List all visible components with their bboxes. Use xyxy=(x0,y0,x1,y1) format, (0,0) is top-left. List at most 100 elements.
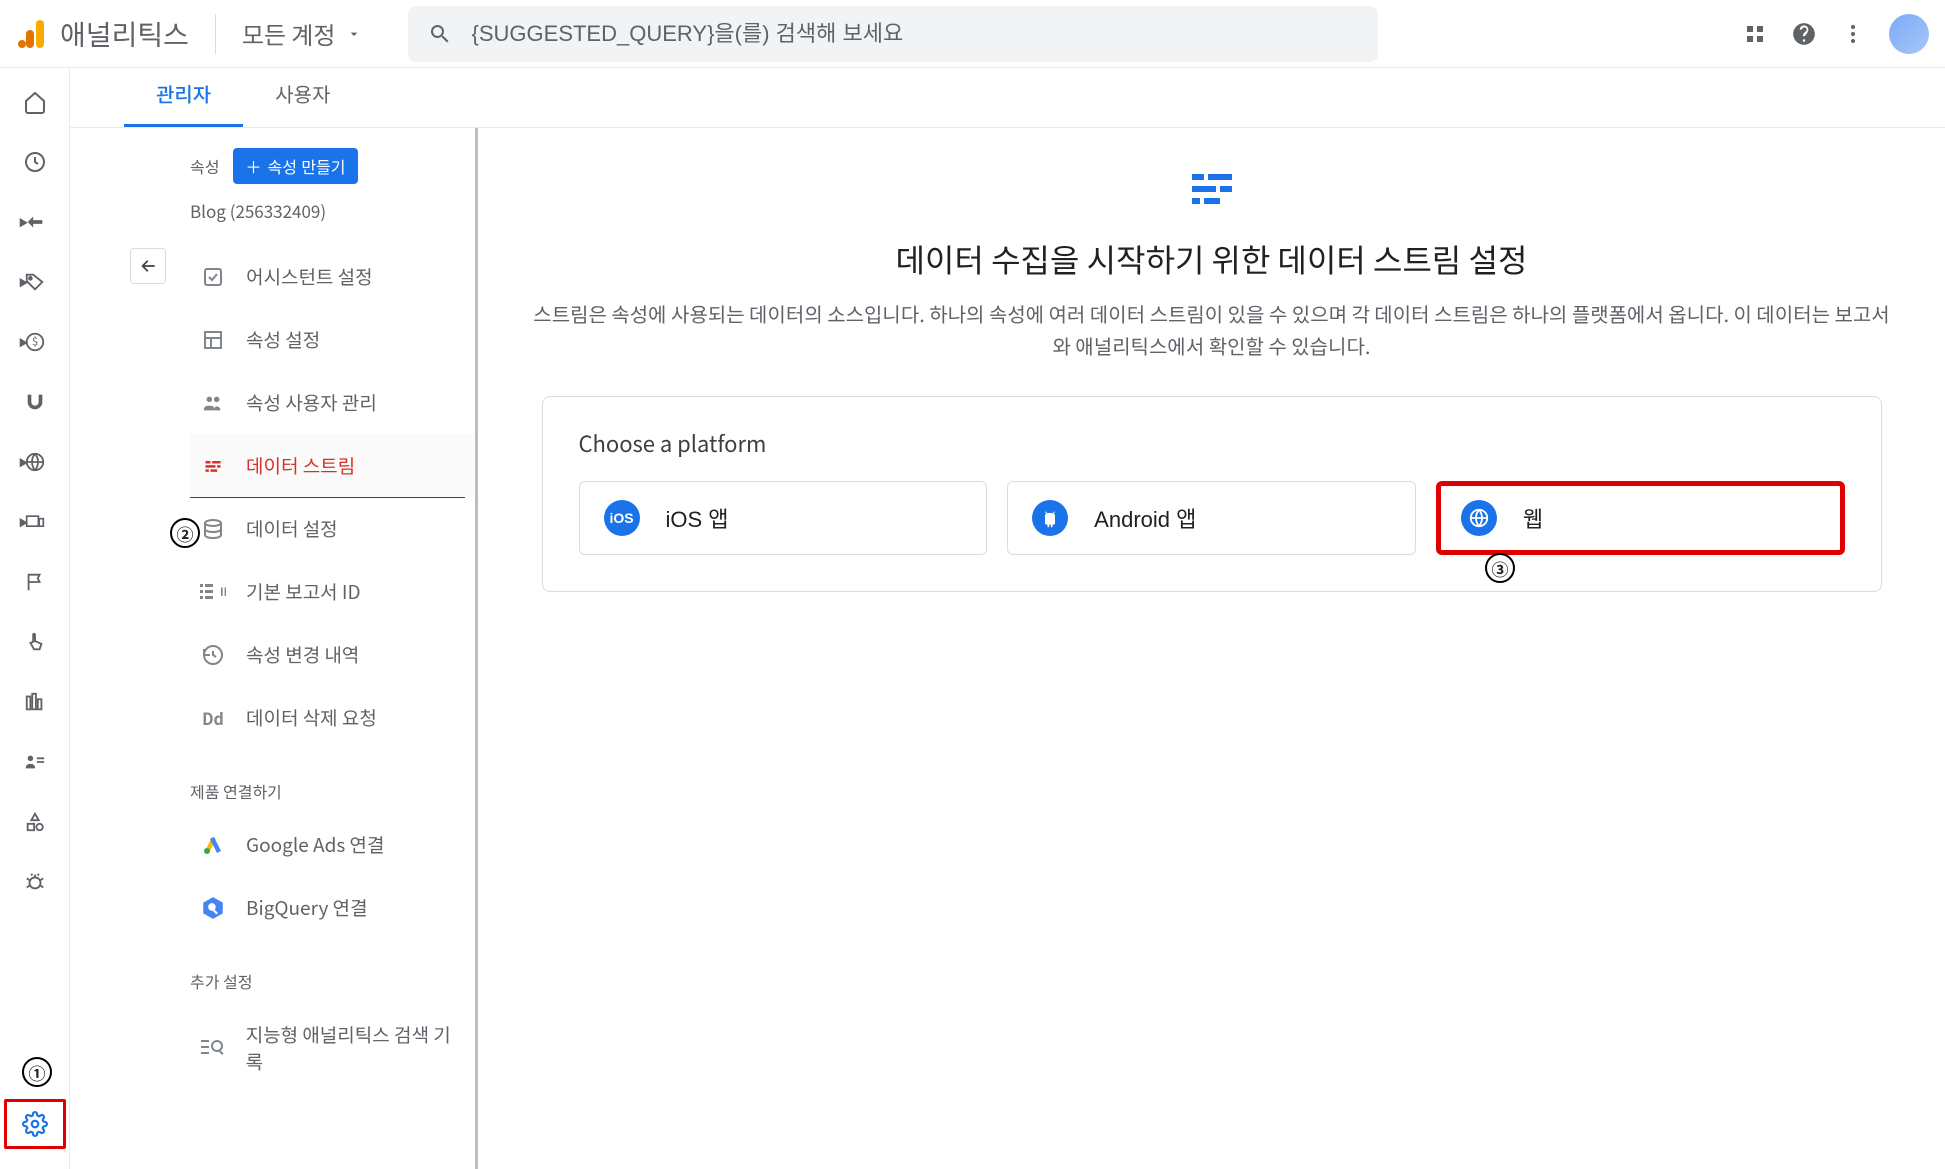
devices-icon[interactable]: ▶ xyxy=(21,508,49,536)
tab-admin[interactable]: 관리자 xyxy=(124,63,243,127)
layout-icon xyxy=(200,328,226,352)
chevron-down-icon xyxy=(346,26,362,42)
svg-text:ID: ID xyxy=(220,584,226,600)
platform-ios[interactable]: iOS iOS 앱 xyxy=(579,481,988,555)
apps-icon[interactable] xyxy=(1743,22,1767,46)
content-area: 관리자 사용자 ② ③ 속성 ＋ 속성 만들기 Blog (256332409) xyxy=(70,68,1945,1169)
library-icon[interactable] xyxy=(21,688,49,716)
menu-label: 속성 사용자 관리 xyxy=(246,389,377,416)
home-icon[interactable] xyxy=(21,88,49,116)
magnet-icon[interactable] xyxy=(21,388,49,416)
bug-icon[interactable] xyxy=(21,868,49,896)
extra-search-history[interactable]: 지능형 애널리틱스 검색 기록 xyxy=(190,1003,475,1093)
platform-android[interactable]: Android 앱 xyxy=(1007,481,1416,555)
tag-icon[interactable]: ▶ xyxy=(21,268,49,296)
header-divider xyxy=(215,14,216,54)
settings-gear-highlight xyxy=(4,1099,66,1149)
stream-hero-icon xyxy=(528,168,1895,208)
ios-icon: iOS xyxy=(604,500,640,536)
plus-icon: ＋ xyxy=(245,154,261,178)
menu-change-history[interactable]: 속성 변경 내역 xyxy=(190,623,475,686)
monetization-icon[interactable]: ▶$ xyxy=(21,328,49,356)
product-linking-label: 제품 연결하기 xyxy=(70,749,475,813)
back-button[interactable] xyxy=(130,248,166,284)
link-bigquery[interactable]: BigQuery 연결 xyxy=(190,876,475,939)
svg-text:$: $ xyxy=(31,334,37,350)
link-label: BigQuery 연결 xyxy=(246,894,368,921)
platform-card: Choose a platform iOS iOS 앱 Android 앱 xyxy=(542,396,1882,592)
property-header: 속성 ＋ 속성 만들기 xyxy=(70,148,475,184)
extra-label: 지능형 애널리틱스 검색 기록 xyxy=(246,1021,465,1075)
create-property-button[interactable]: ＋ 속성 만들기 xyxy=(233,148,357,184)
header-actions xyxy=(1743,14,1929,54)
main-description: 스트림은 속성에 사용되는 데이터의 소스입니다. 하나의 속성에 여러 데이터… xyxy=(528,298,1895,362)
android-icon xyxy=(1032,500,1068,536)
menu-report-id[interactable]: ID 기본 보고서 ID xyxy=(190,560,475,623)
annotation-three: ③ xyxy=(1485,553,1515,583)
id-icon: ID xyxy=(200,582,226,602)
admin-tabs: 관리자 사용자 xyxy=(70,68,1945,128)
user-avatar[interactable] xyxy=(1889,14,1929,54)
product-logo[interactable]: 애널리틱스 xyxy=(16,14,189,54)
app-header: 애널리틱스 모든 계정 xyxy=(0,0,1945,68)
main-title: 데이터 수집을 시작하기 위한 데이터 스트림 설정 xyxy=(528,236,1895,282)
database-icon xyxy=(200,517,226,541)
menu-label: 기본 보고서 ID xyxy=(246,578,361,605)
search-box[interactable] xyxy=(408,6,1378,62)
extra-settings-label: 추가 설정 xyxy=(70,939,475,1003)
realtime-icon[interactable] xyxy=(21,148,49,176)
account-selector[interactable]: 모든 계정 xyxy=(232,10,372,57)
users-icon xyxy=(200,392,226,414)
menu-data-settings[interactable]: 데이터 설정 xyxy=(190,497,475,560)
help-icon[interactable] xyxy=(1791,21,1817,47)
platform-web[interactable]: 웹 xyxy=(1436,481,1845,555)
menu-label: 어시스턴트 설정 xyxy=(246,263,373,290)
left-nav-rail: ▶ ▶ ▶$ ▶ ▶ xyxy=(0,68,70,1169)
menu-label: 데이터 설정 xyxy=(246,515,338,542)
menu-label: 속성 설정 xyxy=(246,326,320,353)
annotation-one: ① xyxy=(22,1057,52,1087)
stream-icon xyxy=(200,456,226,476)
search-list-icon xyxy=(200,1038,226,1058)
menu-assistant[interactable]: 어시스턴트 설정 xyxy=(190,245,475,308)
gear-icon[interactable] xyxy=(21,1110,49,1138)
menu-label: 데이터 스트림 xyxy=(246,452,355,479)
menu-label: 속성 변경 내역 xyxy=(246,641,359,668)
property-menu: 어시스턴트 설정 속성 설정 속성 사용자 관리 데이터 xyxy=(70,245,475,749)
checklist-icon xyxy=(200,265,226,289)
main-pane: 데이터 수집을 시작하기 위한 데이터 스트림 설정 스트림은 속성에 사용되는… xyxy=(478,128,1945,1169)
web-icon xyxy=(1461,500,1497,536)
menu-label: 데이터 삭제 요청 xyxy=(246,704,377,731)
link-google-ads[interactable]: Google Ads 연결 xyxy=(190,813,475,876)
body-layout: ▶ ▶ ▶$ ▶ ▶ 관리자 사용자 ② ③ xyxy=(0,68,1945,1169)
platform-row: iOS iOS 앱 Android 앱 xyxy=(579,481,1845,555)
menu-property-settings[interactable]: 속성 설정 xyxy=(190,308,475,371)
google-ads-icon xyxy=(200,833,226,857)
touch-icon[interactable] xyxy=(21,628,49,656)
account-selector-label: 모든 계정 xyxy=(242,16,336,51)
menu-data-streams[interactable]: 데이터 스트림 xyxy=(190,434,475,497)
property-column: 속성 ＋ 속성 만들기 Blog (256332409) 어시스턴트 설정 속성… xyxy=(70,128,478,1169)
platform-label: Android 앱 xyxy=(1094,502,1196,534)
shapes-icon[interactable] xyxy=(21,808,49,836)
analytics-logo-icon xyxy=(16,18,48,50)
platform-label: 웹 xyxy=(1523,502,1543,534)
person-list-icon[interactable] xyxy=(21,748,49,776)
lifecycle-icon[interactable]: ▶ xyxy=(21,208,49,236)
globe-icon[interactable]: ▶ xyxy=(21,448,49,476)
product-name: 애널리틱스 xyxy=(60,14,189,54)
dd-icon: Dd xyxy=(200,706,226,730)
property-name[interactable]: Blog (256332409) xyxy=(70,184,475,223)
menu-property-users[interactable]: 속성 사용자 관리 xyxy=(190,371,475,434)
menu-data-delete[interactable]: Dd 데이터 삭제 요청 xyxy=(190,686,475,749)
flag-icon[interactable] xyxy=(21,568,49,596)
annotation-two: ② xyxy=(170,518,200,548)
bigquery-icon xyxy=(200,895,226,921)
tab-user[interactable]: 사용자 xyxy=(243,63,362,127)
platform-heading: Choose a platform xyxy=(579,427,1845,459)
more-vert-icon[interactable] xyxy=(1841,22,1865,46)
search-input[interactable] xyxy=(472,21,1358,47)
platform-label: iOS 앱 xyxy=(666,502,729,534)
link-label: Google Ads 연결 xyxy=(246,831,384,858)
property-section-label: 속성 xyxy=(190,154,219,178)
